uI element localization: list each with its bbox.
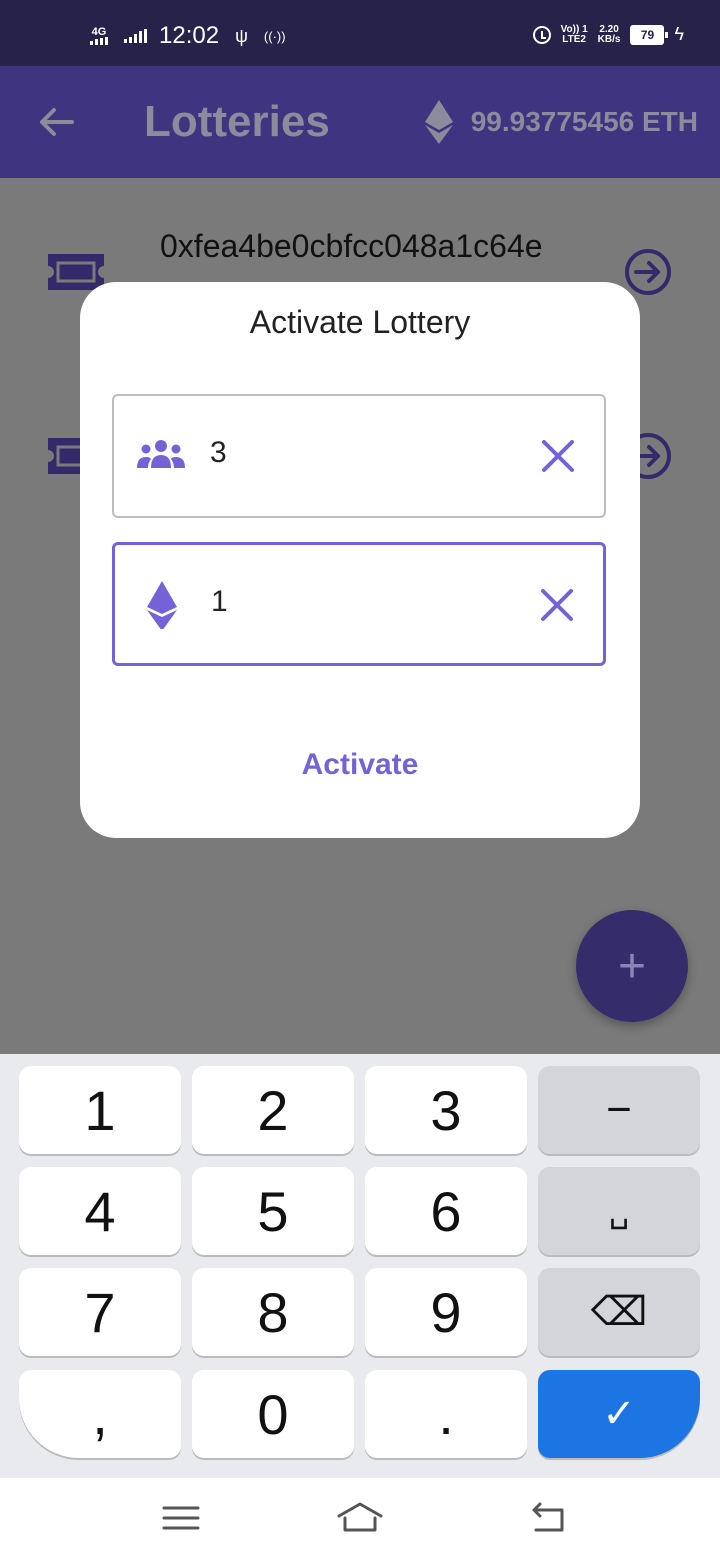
volte-bottom: LTE2 <box>562 33 586 45</box>
speed-unit: KB/s <box>597 33 621 45</box>
back-icon[interactable] <box>524 1498 574 1538</box>
close-icon[interactable] <box>540 438 576 474</box>
usb-icon: ψ <box>235 25 248 46</box>
key-comma[interactable]: , <box>19 1370 181 1458</box>
status-right: Vo)) 1 LTE2 2.20 KB/s 79 ϟ <box>532 23 684 45</box>
numeric-keyboard: 1 2 3 − 4 5 6 ␣ 7 8 9 ⌫ , 0 . ✓ <box>0 1054 720 1478</box>
plus-icon: + <box>617 939 647 993</box>
key-minus[interactable]: − <box>538 1066 700 1154</box>
ticket-icon <box>48 254 104 290</box>
activate-button[interactable]: Activate <box>80 748 640 782</box>
status-time: 12:02 <box>159 22 220 49</box>
network-type: 4G <box>91 26 107 38</box>
eth-amount-field[interactable]: 1 <box>112 542 606 666</box>
key-2[interactable]: 2 <box>192 1066 354 1154</box>
key-3[interactable]: 3 <box>365 1066 527 1154</box>
status-bar: 4G 12:02 ψ ((·)) Vo)) 1 LTE2 2.20 KB/s 7… <box>0 0 720 66</box>
speed-value: 2.20 <box>599 23 619 35</box>
home-icon[interactable] <box>335 1498 385 1538</box>
volte-indicator: Vo)) 1 LTE2 <box>560 23 588 45</box>
key-0[interactable]: 0 <box>192 1370 354 1458</box>
menu-icon[interactable] <box>156 1498 206 1538</box>
eth-balance: 99.93775456 ETH <box>424 100 698 144</box>
signal-icon-2 <box>124 29 147 43</box>
key-period[interactable]: . <box>365 1370 527 1458</box>
eth-amount-value: 1 <box>211 585 228 618</box>
eth-balance-value: 99.93775456 ETH <box>470 106 698 137</box>
ethereum-icon <box>147 581 177 629</box>
page-title: Lotteries <box>144 97 330 146</box>
signal-icon <box>90 37 108 45</box>
network-indicator: 4G <box>90 27 108 45</box>
key-space[interactable]: ␣ <box>538 1167 700 1255</box>
close-icon[interactable] <box>539 587 575 623</box>
network-speed: 2.20 KB/s <box>597 23 621 45</box>
key-5[interactable]: 5 <box>192 1167 354 1255</box>
done-key[interactable]: ✓ <box>538 1370 700 1458</box>
lottery-address: 0xfea4be0cbfcc048a1c64e <box>160 228 543 264</box>
volte-top: Vo)) 1 <box>560 23 588 35</box>
key-1[interactable]: 1 <box>19 1066 181 1154</box>
key-9[interactable]: 9 <box>365 1268 527 1356</box>
dialog-title: Activate Lottery <box>249 304 471 340</box>
arrow-left-icon[interactable] <box>36 102 76 142</box>
people-group-icon <box>137 440 185 468</box>
ethereum-icon <box>424 100 453 144</box>
system-nav-bar <box>0 1478 720 1560</box>
key-7[interactable]: 7 <box>19 1268 181 1356</box>
backspace-key[interactable]: ⌫ <box>538 1268 700 1356</box>
hotspot-icon: ((·)) <box>263 28 286 44</box>
app-bar: Lotteries 99.93775456 ETH <box>0 66 720 178</box>
add-lottery-button[interactable]: + <box>576 910 688 1022</box>
key-4[interactable]: 4 <box>19 1167 181 1255</box>
activate-lottery-dialog: Activate Lottery 3 1 Activate <box>80 282 640 838</box>
key-6[interactable]: 6 <box>365 1167 527 1255</box>
participants-value: 3 <box>210 436 227 469</box>
participants-field[interactable]: 3 <box>112 394 606 518</box>
arrow-right-circle-icon[interactable] <box>624 248 672 296</box>
alarm-icon <box>532 25 551 44</box>
key-8[interactable]: 8 <box>192 1268 354 1356</box>
status-left: 4G 12:02 ψ ((·)) <box>90 22 286 50</box>
battery-icon: 79 <box>630 24 669 45</box>
charging-icon: ϟ <box>674 24 684 44</box>
